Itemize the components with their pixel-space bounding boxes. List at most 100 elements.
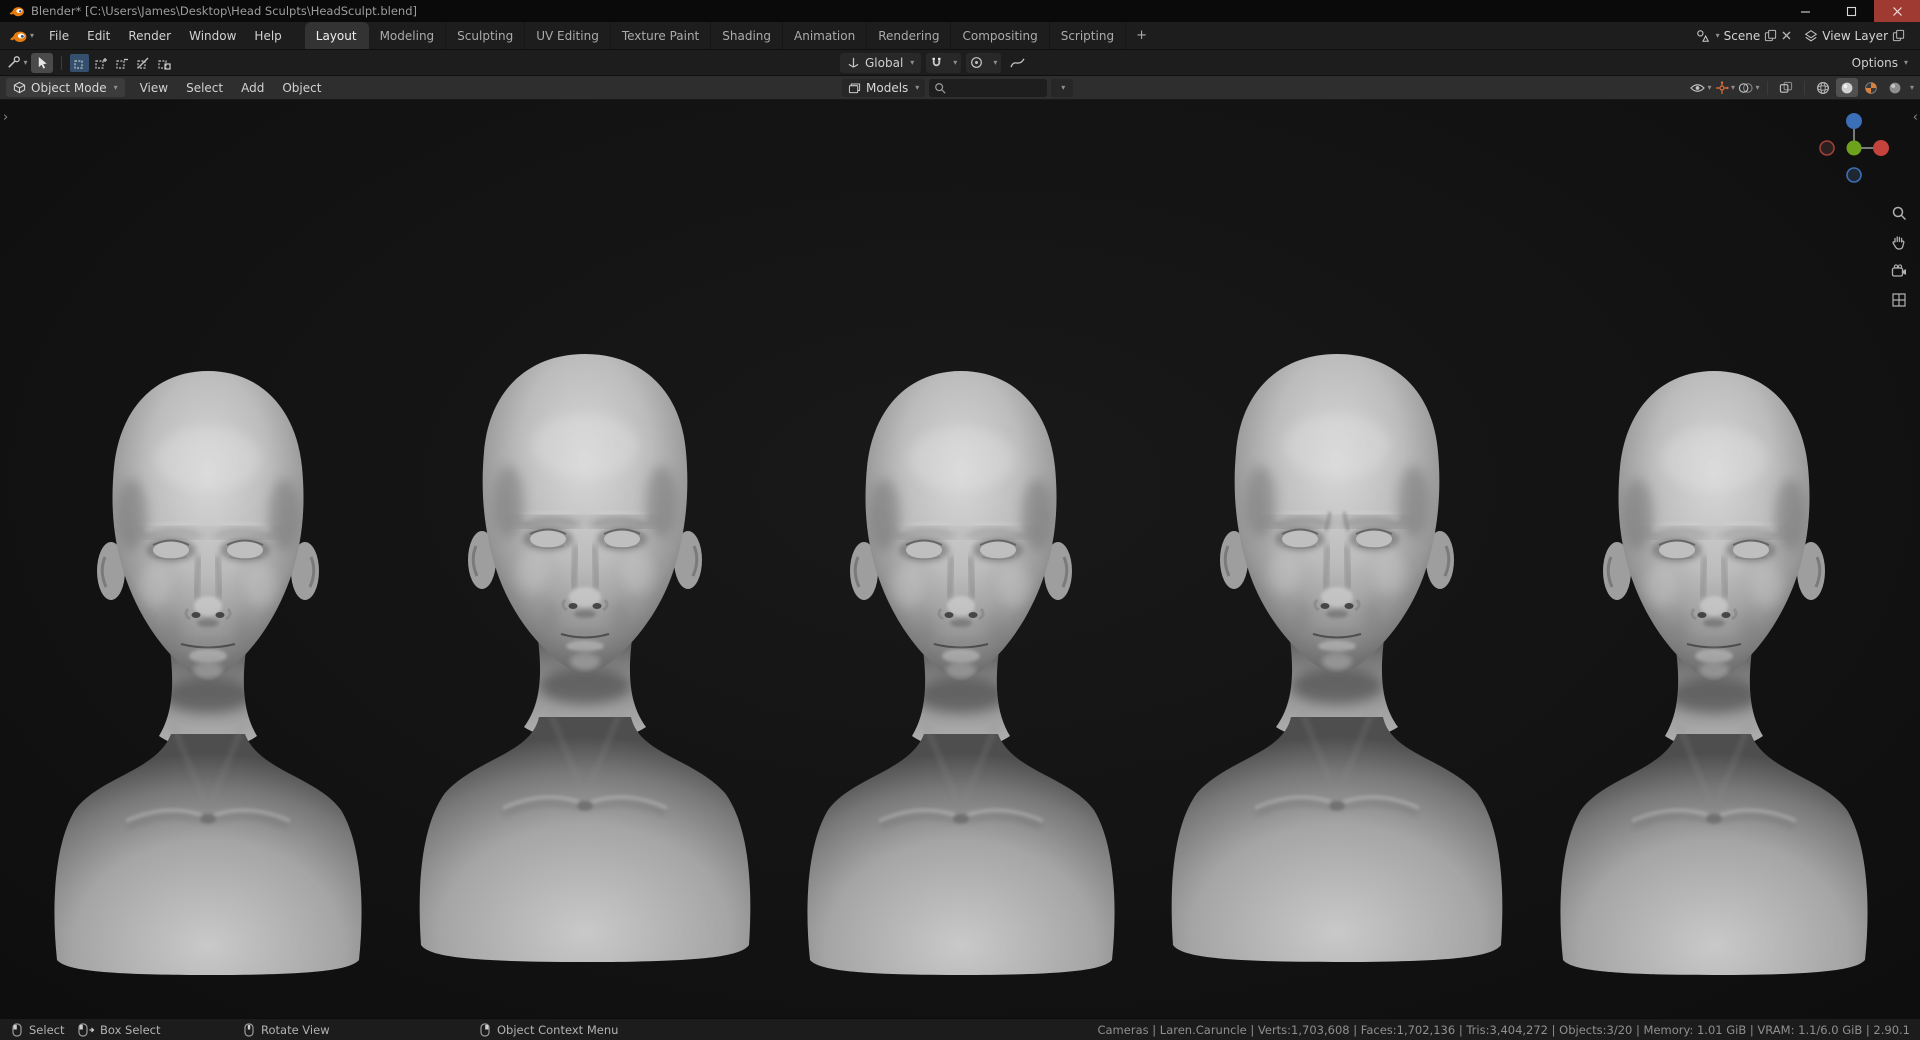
proportional-editing-control: ▾ (966, 52, 1002, 73)
visibility-eye-icon (1690, 83, 1706, 92)
status-hint-label: Select (29, 1023, 65, 1037)
viewport-3d[interactable]: › ‹ (0, 100, 1920, 1018)
viewport-menu-select[interactable]: Select (177, 77, 232, 99)
xray-toggle[interactable] (1775, 78, 1797, 98)
select-mode-set-button[interactable] (70, 53, 89, 72)
tool-settings-bar: ▾ Global ▾ ▾ ▾ Options ▾ (0, 50, 1920, 76)
shading-material-button[interactable] (1860, 78, 1882, 97)
chevron-down-icon: ▾ (953, 58, 958, 67)
shading-options-dropdown[interactable]: ▾ (1910, 83, 1914, 92)
mouse-middle-icon (244, 1023, 254, 1037)
chevron-down-icon: ▾ (113, 83, 118, 92)
select-mode-subtract-icon (115, 58, 128, 69)
transform-orientation-dropdown[interactable]: Global ▾ (840, 52, 922, 73)
select-mode-subtract-button[interactable] (112, 54, 131, 72)
object-mode-icon (13, 81, 26, 94)
view-layer-selector[interactable]: View Layer (1799, 27, 1910, 45)
show-overlays-dropdown[interactable]: ▾ (1738, 78, 1760, 98)
workspace-tab-uv-editing[interactable]: UV Editing (525, 22, 611, 49)
status-hint-label: Rotate View (261, 1023, 330, 1037)
camera-view-button[interactable] (1888, 260, 1910, 282)
scene-selector[interactable]: ▾ Scene (1691, 27, 1798, 45)
select-mode-invert-button[interactable] (133, 54, 152, 72)
shading-rendered-button[interactable] (1884, 78, 1906, 97)
workspace-tab-shading[interactable]: Shading (711, 22, 784, 49)
editor-type-button[interactable]: ▾ (6, 53, 28, 73)
workspace-tab-compositing[interactable]: Compositing (951, 22, 1050, 49)
zoom-button[interactable] (1888, 202, 1910, 224)
proportional-falloff-dropdown[interactable]: ▾ (987, 58, 1001, 67)
options-label: Options (1851, 55, 1898, 70)
viewport-menu-add[interactable]: Add (232, 77, 273, 99)
select-mode-extend-button[interactable] (91, 54, 110, 72)
pan-button[interactable] (1888, 231, 1910, 253)
tool-settings-center: Global ▾ ▾ ▾ (840, 52, 1028, 73)
navigation-gizmo[interactable] (1814, 108, 1894, 192)
select-mode-intersect-button[interactable] (154, 54, 173, 72)
search-input[interactable] (946, 81, 1039, 94)
workspace-tab-rendering[interactable]: Rendering (867, 22, 952, 49)
status-bar: Select Box Select Rotate View Object Contex… (0, 1018, 1920, 1040)
show-gizmo-dropdown[interactable]: ▾ (1714, 78, 1736, 98)
chevron-down-icon: ▾ (1061, 83, 1066, 92)
viewport-menu-view[interactable]: View (131, 77, 177, 99)
options-dropdown[interactable]: Options ▾ (1852, 56, 1920, 70)
filter-dropdown[interactable]: ▾ (1051, 78, 1074, 97)
chevron-down-icon: ▾ (1730, 83, 1735, 92)
active-tool-select-box-button[interactable] (31, 52, 53, 73)
viewport-menu-object[interactable]: Object (273, 77, 330, 99)
menu-window[interactable]: Window (180, 25, 245, 47)
snap-toggle-button[interactable] (926, 56, 947, 69)
chevron-down-icon: ▾ (23, 58, 28, 67)
workspace-tab-animation[interactable]: Animation (783, 22, 868, 49)
select-box-tool-icon (38, 56, 47, 69)
workspace-tab-modeling[interactable]: Modeling (369, 22, 447, 49)
viewport-search[interactable] (929, 78, 1048, 97)
object-visibility-dropdown[interactable]: ▾ (1690, 78, 1712, 98)
search-icon (935, 82, 946, 94)
topbar: ▾ File Edit Render Window Help Layout Modelin… (0, 22, 1920, 50)
close-button[interactable] (1874, 0, 1920, 22)
status-hint-object-context-menu: Object Context Menu (478, 1019, 618, 1040)
select-mode-extend-icon (94, 57, 107, 69)
head-sculpt-2[interactable] (385, 334, 785, 964)
new-view-layer-icon[interactable] (1892, 29, 1905, 42)
shading-wireframe-button[interactable] (1812, 78, 1834, 97)
head-sculpt-5[interactable] (1514, 347, 1914, 977)
mode-value: Object Mode (31, 80, 107, 95)
workspace-tab-scripting[interactable]: Scripting (1050, 22, 1127, 49)
select-mode-intersect-icon (157, 59, 171, 70)
head-sculpt-4[interactable] (1137, 334, 1537, 964)
blender-menu-button[interactable]: ▾ (0, 28, 40, 44)
workspace-tab-sculpting[interactable]: Sculpting (446, 22, 526, 49)
toolbar-expand-arrow[interactable]: › (3, 110, 8, 125)
add-workspace-button[interactable]: + (1126, 28, 1157, 43)
menu-render[interactable]: Render (119, 25, 180, 47)
maximize-button[interactable] (1828, 0, 1874, 22)
collection-selector[interactable]: Models ▾ (842, 78, 926, 97)
head-sculpt-1[interactable] (8, 347, 408, 977)
menu-help[interactable]: Help (245, 25, 290, 47)
mode-selector[interactable]: Object Mode ▾ (6, 78, 125, 97)
window-controls (1782, 0, 1920, 22)
menu-edit[interactable]: Edit (78, 25, 119, 47)
new-scene-icon[interactable] (1764, 29, 1777, 42)
workspace-tab-layout[interactable]: Layout (304, 22, 369, 49)
proportional-editing-toggle[interactable] (966, 56, 987, 69)
camera-icon (1891, 264, 1906, 277)
collection-icon (848, 83, 861, 93)
sidebar-expand-arrow[interactable]: ‹ (1913, 110, 1918, 125)
status-hint-label: Object Context Menu (497, 1023, 619, 1037)
minimize-button[interactable] (1782, 0, 1828, 22)
snap-options-dropdown[interactable]: ▾ (947, 58, 961, 67)
unlink-scene-icon[interactable] (1781, 30, 1792, 41)
transform-orientation-icon (848, 57, 859, 68)
shading-solid-button[interactable] (1835, 78, 1858, 97)
workspace-tab-texture-paint[interactable]: Texture Paint (611, 22, 712, 49)
head-sculpt-3[interactable] (761, 347, 1161, 977)
proportional-editing-icon (971, 57, 983, 68)
mouse-left-drag-icon (78, 1023, 95, 1037)
falloff-curve-button[interactable] (1006, 53, 1028, 73)
perspective-toggle-button[interactable] (1888, 289, 1910, 311)
menu-file[interactable]: File (40, 25, 78, 47)
